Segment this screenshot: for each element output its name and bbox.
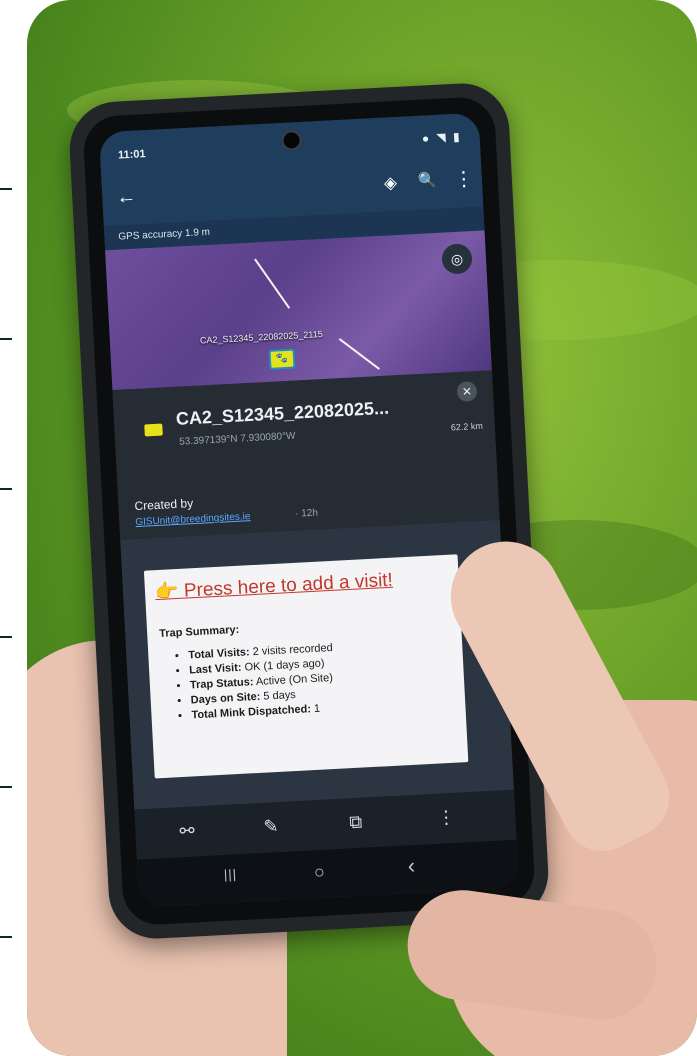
layers-icon[interactable]: ◈ [383,173,397,194]
ruler-tick [0,488,12,490]
summary-label: Trap Status: [189,676,254,692]
summary-value: 1 [313,702,321,716]
back-arrow-icon[interactable]: ← [116,186,137,209]
summary-label: Total Visits: [188,646,250,662]
status-time: 11:01 [117,148,146,162]
ruler-tick [0,188,12,190]
map-road [338,338,380,370]
summary-label: Last Visit: [188,661,242,677]
recents-icon[interactable]: ||| [224,866,238,882]
copy-icon[interactable]: ⧉ [349,812,363,834]
trap-summary-title: Trap Summary: [158,623,240,640]
more-vert-icon[interactable]: ⋮ [437,807,456,829]
home-icon[interactable]: ○ [313,862,325,884]
feature-title: CA2_S12345_22082025... [175,397,390,429]
ruler-tick [0,936,12,938]
feature-coordinates: 53.397139°N 7.930080°W [178,430,296,448]
photo-frame: 11:01 ● ◥ ▮ ← ◈ 🔍 ⋮ GPS accuracy 1.9 m ◎… [27,0,697,1056]
trap-summary-list: Total Visits: 2 visits recorded Last Vis… [176,641,336,724]
ruler-tick [0,636,12,638]
locate-button[interactable]: ◎ [441,243,473,275]
phone: 11:01 ● ◥ ▮ ← ◈ 🔍 ⋮ GPS accuracy 1.9 m ◎… [67,81,551,941]
pointing-hand-icon: 👉 [154,580,180,604]
ruler-tick [0,786,12,788]
visit-summary-card: 👉 Press here to add a visit! Trap Summar… [143,554,469,779]
search-icon[interactable]: 🔍 [417,171,437,192]
created-by-link[interactable]: GISUnit@breedingsites.ie [135,511,251,528]
ruler-tick [0,338,12,340]
summary-value: Active (On Site) [255,671,334,689]
more-vert-icon[interactable]: ⋮ [453,168,474,191]
summary-label: Days on Site: [190,690,261,707]
created-by-label: Created by [134,496,194,514]
link-icon[interactable]: ⚯ [179,820,195,842]
created-time: · 12h [294,507,319,520]
feature-sheet: ✕ CA2_S12345_22082025... 53.397139°N 7.9… [112,370,500,540]
edit-icon[interactable]: ✎ [263,816,279,838]
map-view[interactable]: ◎ CA2_S12345_22082025_2115 🐾 [105,230,492,391]
trap-marker-icon[interactable]: 🐾 [268,348,296,370]
nav-back-icon[interactable]: ‹ [407,853,416,879]
map-feature-label: CA2_S12345_22082025_2115 [199,329,323,346]
gps-accuracy-text: GPS accuracy 1.9 m [118,226,211,243]
trap-feature-icon [144,423,163,437]
phone-screen: 11:01 ● ◥ ▮ ← ◈ 🔍 ⋮ GPS accuracy 1.9 m ◎… [98,112,519,908]
close-icon[interactable]: ✕ [456,381,478,403]
summary-value: 5 days [263,688,297,703]
status-icons: ● ◥ ▮ [421,129,462,146]
map-road [254,258,291,309]
add-visit-link[interactable]: 👉 Press here to add a visit! [154,568,394,604]
feature-distance: 62.2 km [450,420,484,433]
add-visit-label: Press here to add a visit! [183,569,394,602]
